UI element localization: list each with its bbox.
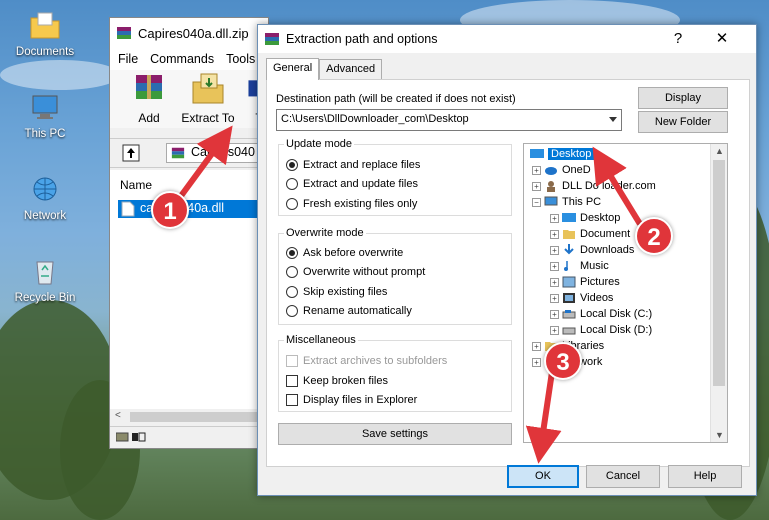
tab-general[interactable]: General [266,58,320,80]
annotation-arrow-3 [525,371,562,464]
annotation-arrow-2 [592,146,643,226]
annotation-arrows [175,125,643,464]
annotation-arrow-1 [175,125,233,202]
annotation-marker-2: 2 [635,217,673,255]
annotation-marker-1: 1 [151,191,189,229]
annotation-marker-3: 3 [544,342,582,380]
